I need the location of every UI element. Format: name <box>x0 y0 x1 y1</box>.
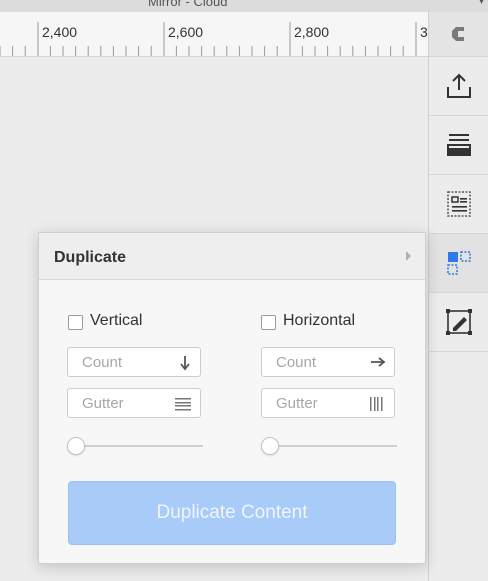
right-sidebar <box>428 12 488 581</box>
layout-icon <box>447 191 471 217</box>
panel-header[interactable]: Duplicate <box>39 233 425 280</box>
vertical-gutter-placeholder: Gutter <box>82 395 124 412</box>
layout-button[interactable] <box>429 175 488 234</box>
vertical-slider[interactable] <box>67 437 203 455</box>
logo-button[interactable] <box>429 12 488 57</box>
ruler-label: 2,800 <box>294 24 330 40</box>
duplicate-icon <box>447 251 471 275</box>
chevron-right-icon[interactable] <box>405 250 413 262</box>
horizontal-gutter-icon <box>370 397 383 411</box>
horizontal-count-placeholder: Count <box>276 354 317 371</box>
vertical-checkbox[interactable] <box>68 315 83 330</box>
slider-knob[interactable] <box>261 437 279 455</box>
ruler-label: 2,400 <box>42 24 78 40</box>
arrow-down-icon <box>180 356 190 371</box>
vertical-count-placeholder: Count <box>82 354 123 371</box>
duplicate-panel: Duplicate Vertical Count Gutter Horizont… <box>38 232 426 564</box>
export-icon <box>447 73 471 98</box>
horizontal-ruler: 2,400 2,600 2,800 3 <box>0 12 428 57</box>
transform-button[interactable] <box>429 293 488 352</box>
slider-track <box>261 445 397 447</box>
layers-icon <box>447 134 471 156</box>
layers-button[interactable] <box>429 116 488 175</box>
export-button[interactable] <box>429 57 488 116</box>
horizontal-gutter-placeholder: Gutter <box>276 395 318 412</box>
ruler-label: 3 <box>420 24 428 40</box>
ruler-label: 2,600 <box>168 24 204 40</box>
chevron-down-icon[interactable]: ▾ <box>479 0 484 7</box>
vertical-label: Vertical <box>90 312 143 329</box>
horizontal-checkbox[interactable] <box>261 315 276 330</box>
duplicate-content-button[interactable]: Duplicate Content <box>68 481 396 545</box>
arrow-right-icon <box>371 357 386 367</box>
horizontal-slider[interactable] <box>261 437 397 455</box>
logo-icon <box>452 27 464 41</box>
horizontal-gutter-input[interactable]: Gutter <box>261 388 395 418</box>
slider-knob[interactable] <box>67 437 85 455</box>
horizontal-label: Horizontal <box>283 312 356 329</box>
vertical-count-input[interactable]: Count <box>67 347 201 377</box>
duplicate-button[interactable] <box>429 234 488 293</box>
horizontal-count-input[interactable]: Count <box>261 347 395 377</box>
panel-title: Duplicate <box>54 249 127 266</box>
window-titlebar: Mirror - Cloud ▾ <box>0 0 488 12</box>
slider-track <box>67 445 203 447</box>
window-title: Mirror - Cloud <box>148 0 228 9</box>
vertical-gutter-input[interactable]: Gutter <box>67 388 201 418</box>
vertical-gutter-icon <box>175 398 191 411</box>
transform-icon <box>446 309 472 335</box>
